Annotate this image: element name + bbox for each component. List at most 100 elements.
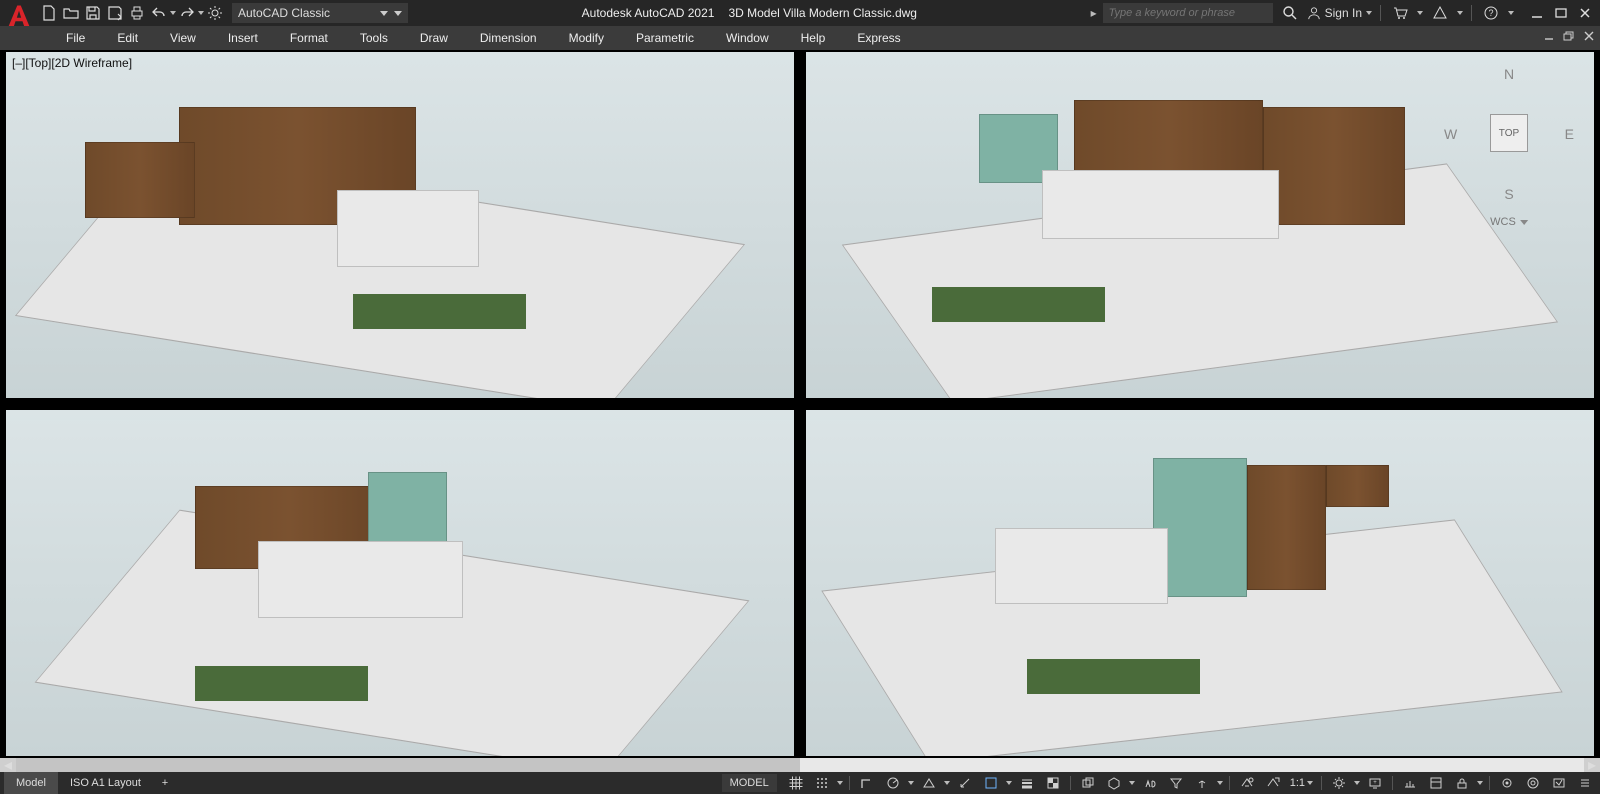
menu-tools[interactable]: Tools [344, 28, 404, 48]
transparency-icon[interactable] [1042, 773, 1064, 793]
menu-view[interactable]: View [154, 28, 212, 48]
space-indicator[interactable]: MODEL [722, 774, 777, 792]
workspace-label: AutoCAD Classic [238, 6, 330, 20]
redo-icon[interactable] [176, 2, 198, 24]
polar-dropdown-icon[interactable] [908, 781, 914, 785]
isodraft-icon[interactable] [918, 773, 940, 793]
horizontal-scrollbar[interactable]: ◂ ▸ [0, 758, 1600, 772]
autodesk-app-icon[interactable] [1429, 2, 1451, 24]
3dosnap-icon[interactable] [1103, 773, 1125, 793]
save-icon[interactable] [82, 2, 104, 24]
viewcube-face[interactable]: TOP [1490, 114, 1528, 152]
workspace-dropdown[interactable]: AutoCAD Classic [232, 3, 408, 23]
mdi-close-icon[interactable] [1582, 29, 1596, 43]
close-icon[interactable] [1578, 6, 1592, 20]
snap-dropdown-icon[interactable] [837, 781, 843, 785]
lineweight-icon[interactable] [1016, 773, 1038, 793]
viewport-top-right[interactable]: N S E W TOP WCS [804, 50, 1596, 400]
grid-icon[interactable] [785, 773, 807, 793]
units-icon[interactable] [1399, 773, 1421, 793]
help-dropdown-icon[interactable] [1508, 11, 1514, 15]
menu-express[interactable]: Express [841, 28, 916, 48]
scroll-track[interactable] [16, 758, 1584, 772]
menu-draw[interactable]: Draw [404, 28, 464, 48]
print-icon[interactable] [126, 2, 148, 24]
quick-properties-icon[interactable] [1425, 773, 1447, 793]
layout-tabs: Model ISO A1 Layout + [4, 772, 177, 794]
isolate-icon[interactable] [1496, 773, 1518, 793]
menu-format[interactable]: Format [274, 28, 344, 48]
title-bar: Autodesk AutoCAD 2021 3D Model Villa Mod… [408, 6, 1091, 20]
sign-in-label: Sign In [1325, 6, 1362, 20]
search-input[interactable] [1103, 3, 1273, 23]
help-icon[interactable]: ? [1480, 2, 1502, 24]
gear-icon[interactable] [204, 2, 226, 24]
hardware-accel-icon[interactable] [1522, 773, 1544, 793]
tab-add[interactable]: + [153, 772, 177, 794]
status-bar: Model ISO A1 Layout + MODEL 1:1 + [0, 772, 1600, 794]
dynamic-ucs-icon[interactable] [1139, 773, 1161, 793]
svg-text:+: + [1373, 780, 1377, 786]
gizmo-dropdown-icon[interactable] [1217, 781, 1223, 785]
3dosnap-dropdown-icon[interactable] [1129, 781, 1135, 785]
workspace-switch-dropdown-icon[interactable] [1354, 781, 1360, 785]
menu-file[interactable]: File [50, 28, 101, 48]
selection-filter-icon[interactable] [1165, 773, 1187, 793]
scroll-thumb[interactable] [16, 758, 800, 772]
cart-icon[interactable] [1389, 2, 1411, 24]
saveas-icon[interactable] [104, 2, 126, 24]
separator [1471, 5, 1472, 21]
annotation-monitor-icon[interactable]: + [1364, 773, 1386, 793]
viewport-top-left[interactable]: [–][Top][2D Wireframe] [4, 50, 796, 400]
svg-text:?: ? [1488, 8, 1493, 18]
model-view [6, 52, 794, 398]
lock-ui-icon[interactable] [1451, 773, 1473, 793]
menu-edit[interactable]: Edit [101, 28, 154, 48]
menu-window[interactable]: Window [710, 28, 785, 48]
menu-dimension[interactable]: Dimension [464, 28, 553, 48]
undo-icon[interactable] [148, 2, 170, 24]
new-icon[interactable] [38, 2, 60, 24]
mdi-minimize-icon[interactable] [1542, 29, 1556, 43]
lock-ui-dropdown-icon[interactable] [1477, 781, 1483, 785]
open-icon[interactable] [60, 2, 82, 24]
document-name: 3D Model Villa Modern Classic.dwg [728, 6, 917, 20]
minimize-icon[interactable] [1530, 6, 1544, 20]
separator [1380, 5, 1381, 21]
osnap2d-icon[interactable] [980, 773, 1002, 793]
cycling-icon[interactable] [1077, 773, 1099, 793]
menu-parametric[interactable]: Parametric [620, 28, 710, 48]
osnap-dropdown-icon[interactable] [1006, 781, 1012, 785]
search-icon[interactable] [1279, 2, 1301, 24]
tab-model[interactable]: Model [4, 772, 58, 794]
menu-insert[interactable]: Insert [212, 28, 274, 48]
workspace-switch-icon[interactable] [1328, 773, 1350, 793]
autoscale-icon[interactable] [1262, 773, 1284, 793]
scroll-left-icon[interactable]: ◂ [0, 758, 16, 772]
tab-layout1[interactable]: ISO A1 Layout [58, 772, 153, 794]
scroll-right-icon[interactable]: ▸ [1584, 758, 1600, 772]
clean-screen-icon[interactable] [1548, 773, 1570, 793]
viewport-bottom-left[interactable] [4, 408, 796, 758]
maximize-icon[interactable] [1554, 6, 1568, 20]
menu-modify[interactable]: Modify [553, 28, 620, 48]
model-view [806, 52, 1594, 398]
snap-icon[interactable] [811, 773, 833, 793]
polar-icon[interactable] [882, 773, 904, 793]
viewport-bottom-right[interactable] [804, 408, 1596, 758]
menu-help[interactable]: Help [785, 28, 842, 48]
gizmo-icon[interactable] [1191, 773, 1213, 793]
model-view [6, 410, 794, 756]
cart-dropdown-icon[interactable] [1417, 11, 1423, 15]
mdi-restore-icon[interactable] [1562, 29, 1576, 43]
ortho-icon[interactable] [856, 773, 878, 793]
annotation-scale[interactable]: 1:1 [1288, 777, 1315, 789]
customize-icon[interactable] [1574, 773, 1596, 793]
sign-in-button[interactable]: Sign In [1307, 6, 1372, 20]
isodraft-dropdown-icon[interactable] [944, 781, 950, 785]
osnap-icon[interactable] [954, 773, 976, 793]
appstore-dropdown-icon[interactable] [1457, 11, 1463, 15]
annotation-visibility-icon[interactable] [1236, 773, 1258, 793]
app-name: Autodesk AutoCAD 2021 [582, 6, 715, 20]
signin-dropdown-icon [1366, 11, 1372, 15]
